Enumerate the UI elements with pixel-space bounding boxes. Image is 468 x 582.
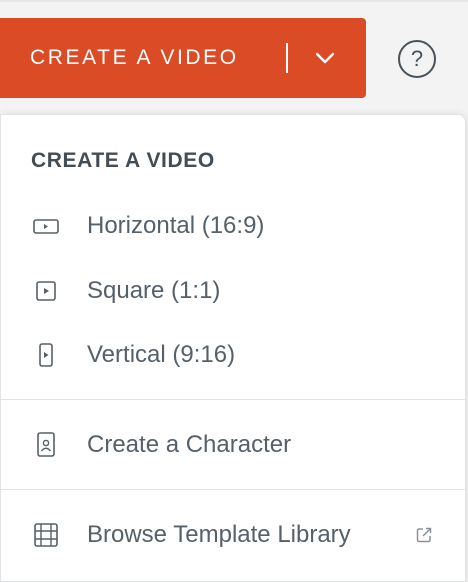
button-divider — [286, 43, 288, 73]
menu-item-label: Vertical (9:16) — [87, 341, 236, 368]
top-border — [0, 0, 468, 2]
horizontal-video-icon — [31, 211, 61, 241]
menu-item-label: Horizontal (16:9) — [87, 212, 265, 239]
menu-divider — [1, 489, 465, 490]
vertical-video-icon — [31, 340, 61, 370]
menu-heading: CREATE A VIDEO — [31, 149, 215, 172]
character-card-icon — [31, 430, 61, 460]
menu-item-label: Create a Character — [87, 431, 292, 458]
create-video-dropdown: CREATE A VIDEO Horizontal (16:9) Square … — [0, 114, 466, 582]
menu-item-create-character[interactable]: Create a Character — [1, 420, 465, 470]
external-link-icon — [411, 522, 437, 548]
square-video-icon — [31, 276, 61, 306]
menu-divider — [1, 399, 465, 400]
menu-item-label: Square (1:1) — [87, 277, 221, 304]
help-icon: ? — [410, 46, 424, 71]
help-button[interactable]: ? — [398, 40, 436, 78]
create-video-button[interactable]: CREATE A VIDEO — [0, 18, 366, 98]
chevron-down-icon[interactable] — [308, 42, 342, 74]
film-grid-icon — [31, 520, 61, 550]
menu-item-label: Browse Template Library — [87, 521, 351, 548]
menu-item-square[interactable]: Square (1:1) — [1, 266, 465, 316]
menu-item-vertical[interactable]: Vertical (9:16) — [1, 330, 465, 380]
menu-item-browse-templates[interactable]: Browse Template Library — [1, 510, 465, 560]
create-video-label: CREATE A VIDEO — [30, 46, 239, 69]
menu-item-horizontal[interactable]: Horizontal (16:9) — [1, 201, 465, 251]
